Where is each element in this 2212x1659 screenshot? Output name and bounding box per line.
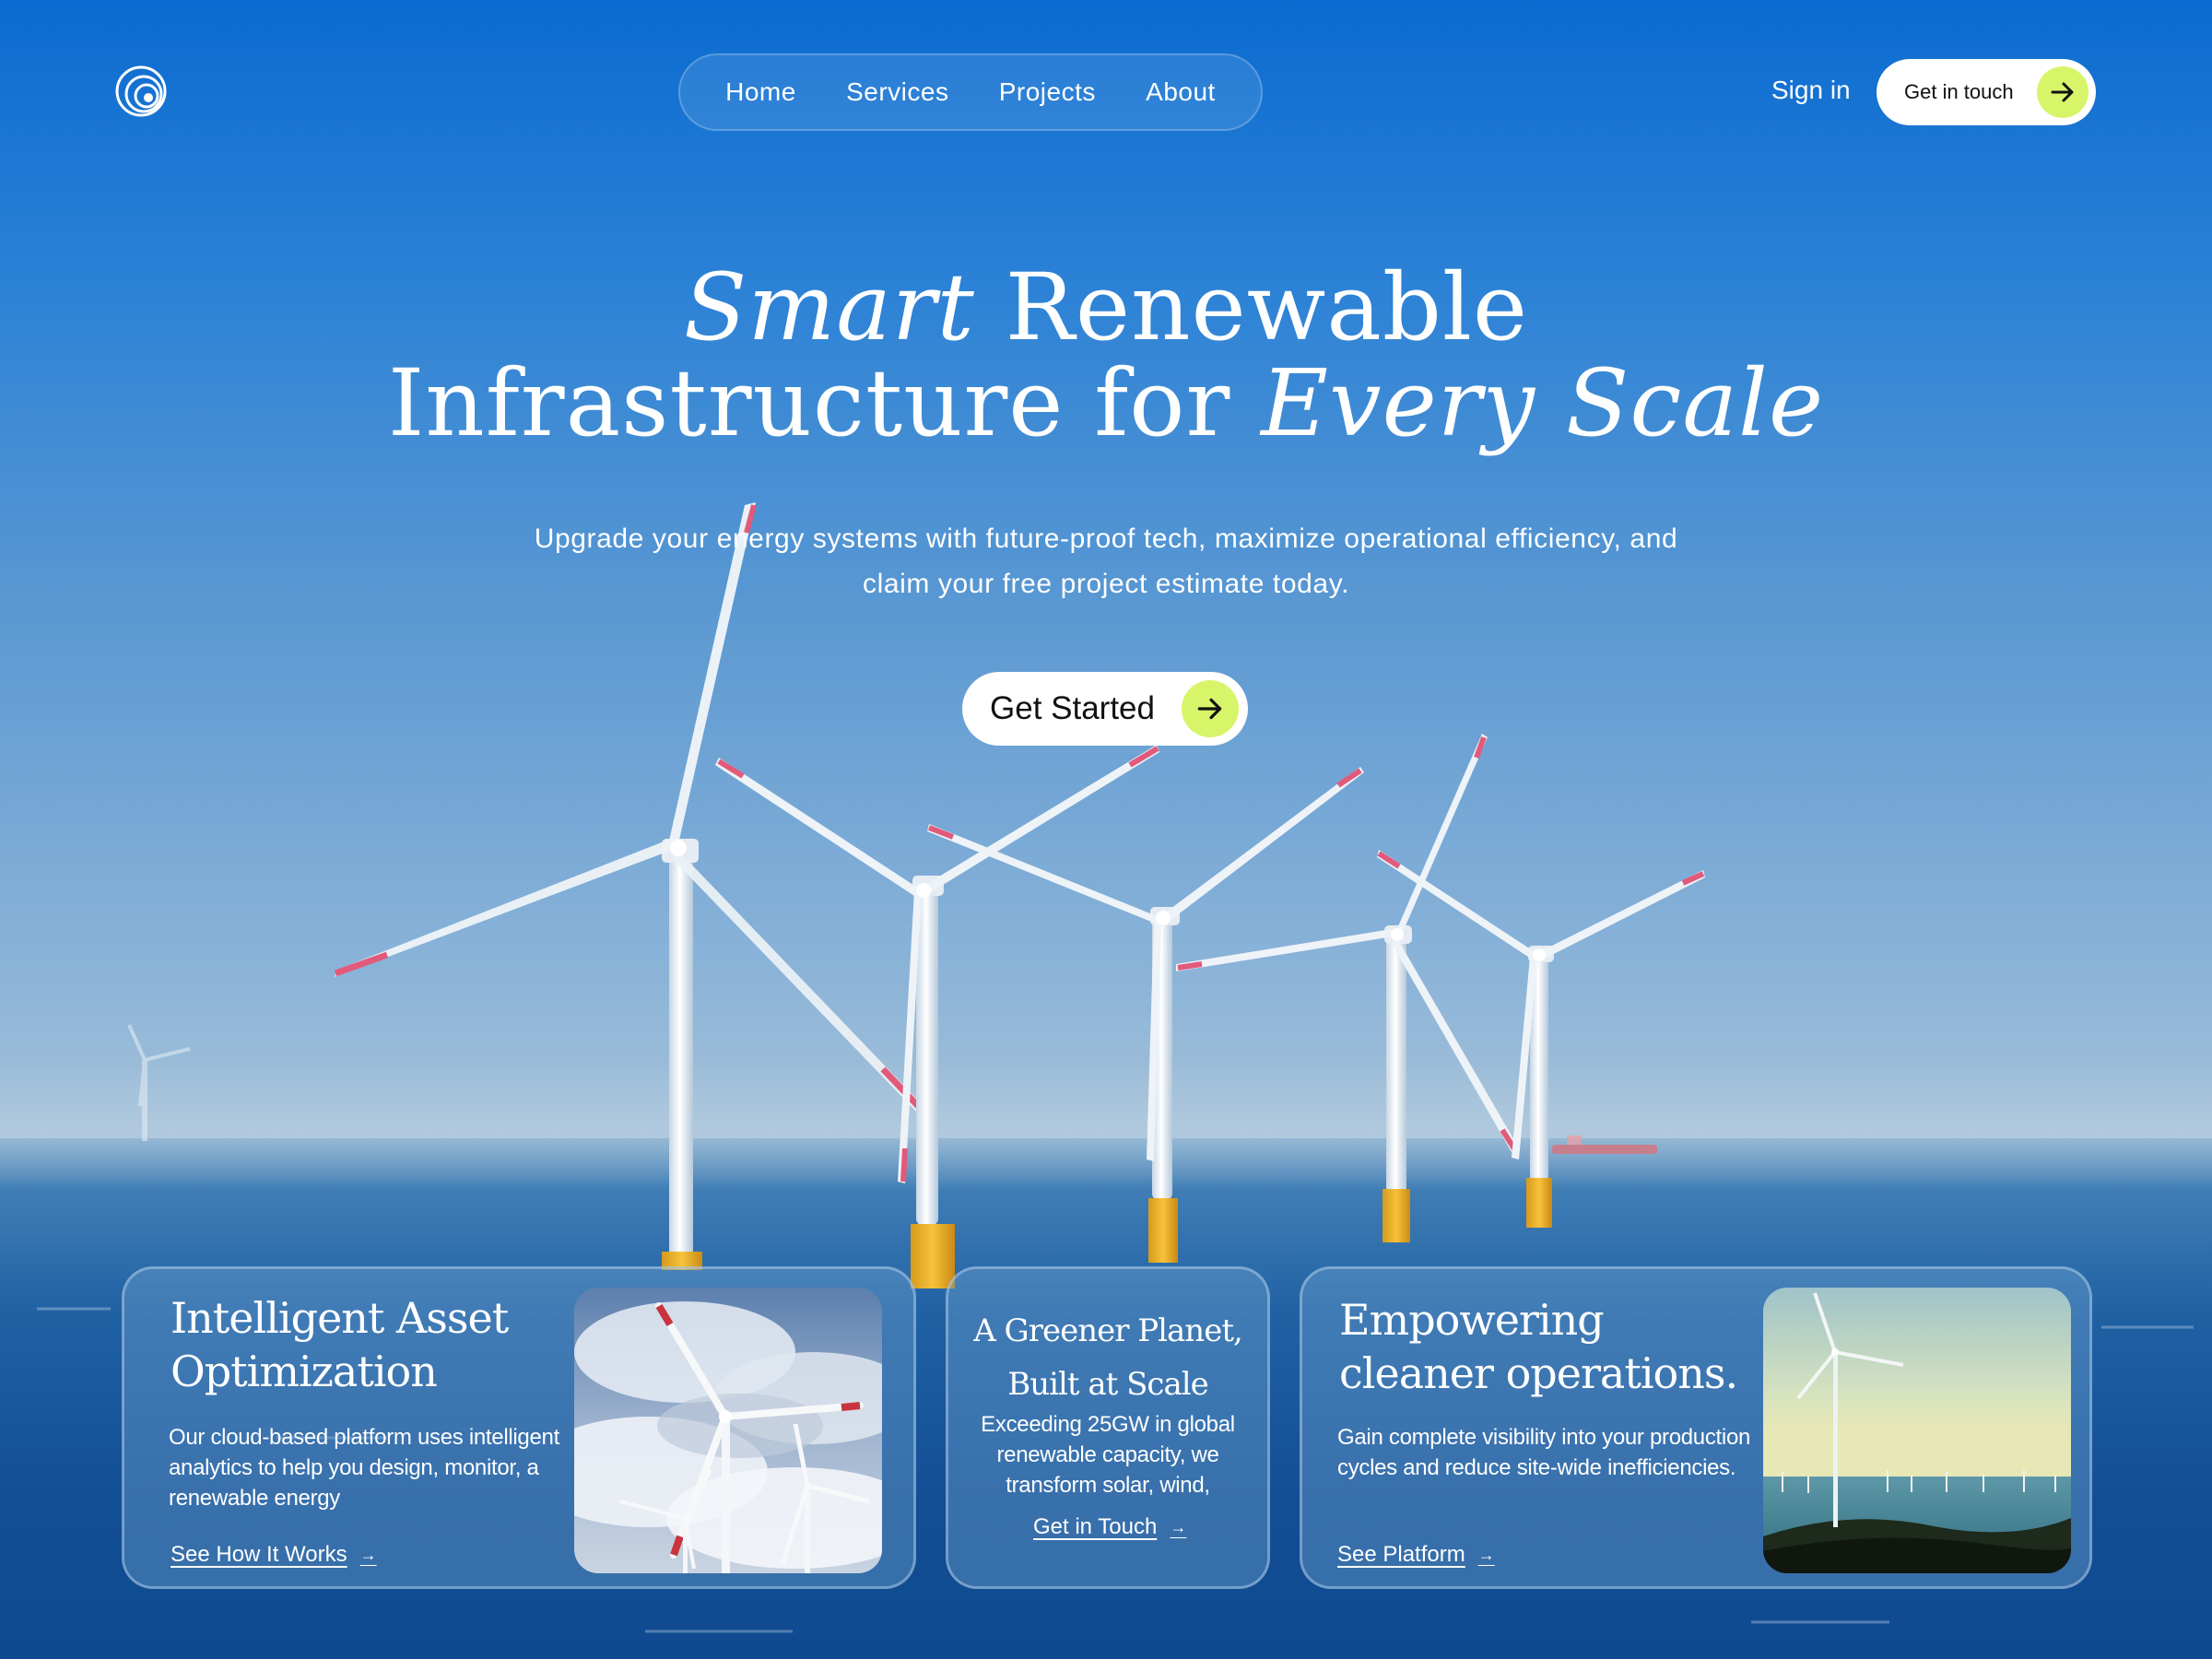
see-platform-link[interactable]: See Platform → xyxy=(1337,1542,1495,1568)
sign-in-link[interactable]: Sign in xyxy=(1771,76,1851,105)
link-label: See How It Works xyxy=(171,1542,347,1567)
arrow-right-icon: → xyxy=(1170,1517,1187,1536)
arrow-right-icon: → xyxy=(359,1545,377,1564)
turbine-4 xyxy=(1176,734,1519,1242)
get-started-label: Get Started xyxy=(990,690,1155,726)
see-how-it-works-link[interactable]: See How It Works → xyxy=(171,1542,377,1568)
card-asset-optimization: Intelligent Asset Optimization Our cloud… xyxy=(122,1266,916,1589)
turbine-3 xyxy=(927,767,1364,1263)
main-nav: Home Services Projects About xyxy=(678,53,1263,131)
nav-projects[interactable]: Projects xyxy=(988,70,1107,114)
link-label: Get in Touch xyxy=(1033,1514,1158,1539)
turbine-5 xyxy=(1377,850,1705,1228)
get-started-button[interactable]: Get Started xyxy=(962,672,1248,746)
link-label: See Platform xyxy=(1337,1542,1465,1567)
get-in-touch-button[interactable]: Get in touch xyxy=(1877,59,2096,125)
nav-home[interactable]: Home xyxy=(714,70,807,114)
hero-title: Smart Renewable Infrastructure for Every… xyxy=(369,260,1843,452)
get-in-touch-label: Get in touch xyxy=(1904,80,2014,103)
hero-title-smart: Smart xyxy=(683,253,975,361)
arrow-right-icon xyxy=(1182,680,1239,737)
ship xyxy=(1552,1135,1657,1154)
card-greener-planet: A Greener Planet, Built at Scale Exceedi… xyxy=(946,1266,1270,1589)
card-title: Intelligent Asset Optimization xyxy=(171,1293,509,1396)
turbine-2 xyxy=(715,745,1159,1288)
nav-about[interactable]: About xyxy=(1135,70,1227,114)
card-description: Our cloud-based platform uses intelligen… xyxy=(169,1425,559,1511)
distant-turbine xyxy=(127,1024,191,1141)
arrow-right-icon xyxy=(2037,66,2088,118)
get-in-touch-link[interactable]: Get in Touch → xyxy=(1033,1514,1186,1540)
card-description: Gain complete visibility into your produ… xyxy=(1337,1425,1751,1480)
turbine-cloudy-sky-image xyxy=(574,1288,882,1573)
logo-icon[interactable] xyxy=(114,65,168,118)
coastal-wind-farm-image xyxy=(1763,1288,2071,1573)
card-title: Empowering cleaner operations. xyxy=(1339,1295,1738,1398)
hero-title-every-scale: Every Scale xyxy=(1261,349,1825,457)
card-cleaner-operations: Empowering cleaner operations. Gain comp… xyxy=(1300,1266,2092,1589)
nav-services[interactable]: Services xyxy=(835,70,959,114)
turbine-1 xyxy=(334,502,924,1270)
card-title: A Greener Planet, Built at Scale xyxy=(973,1312,1243,1403)
hero-title-infrastructure: Infrastructure for xyxy=(387,349,1262,457)
arrow-right-icon: → xyxy=(1477,1545,1495,1564)
hero-title-renewable: Renewable xyxy=(974,253,1529,361)
card-description: Exceeding 25GW in global renewable capac… xyxy=(981,1412,1235,1498)
hero-subtitle: Upgrade your energy systems with future-… xyxy=(534,524,1678,599)
